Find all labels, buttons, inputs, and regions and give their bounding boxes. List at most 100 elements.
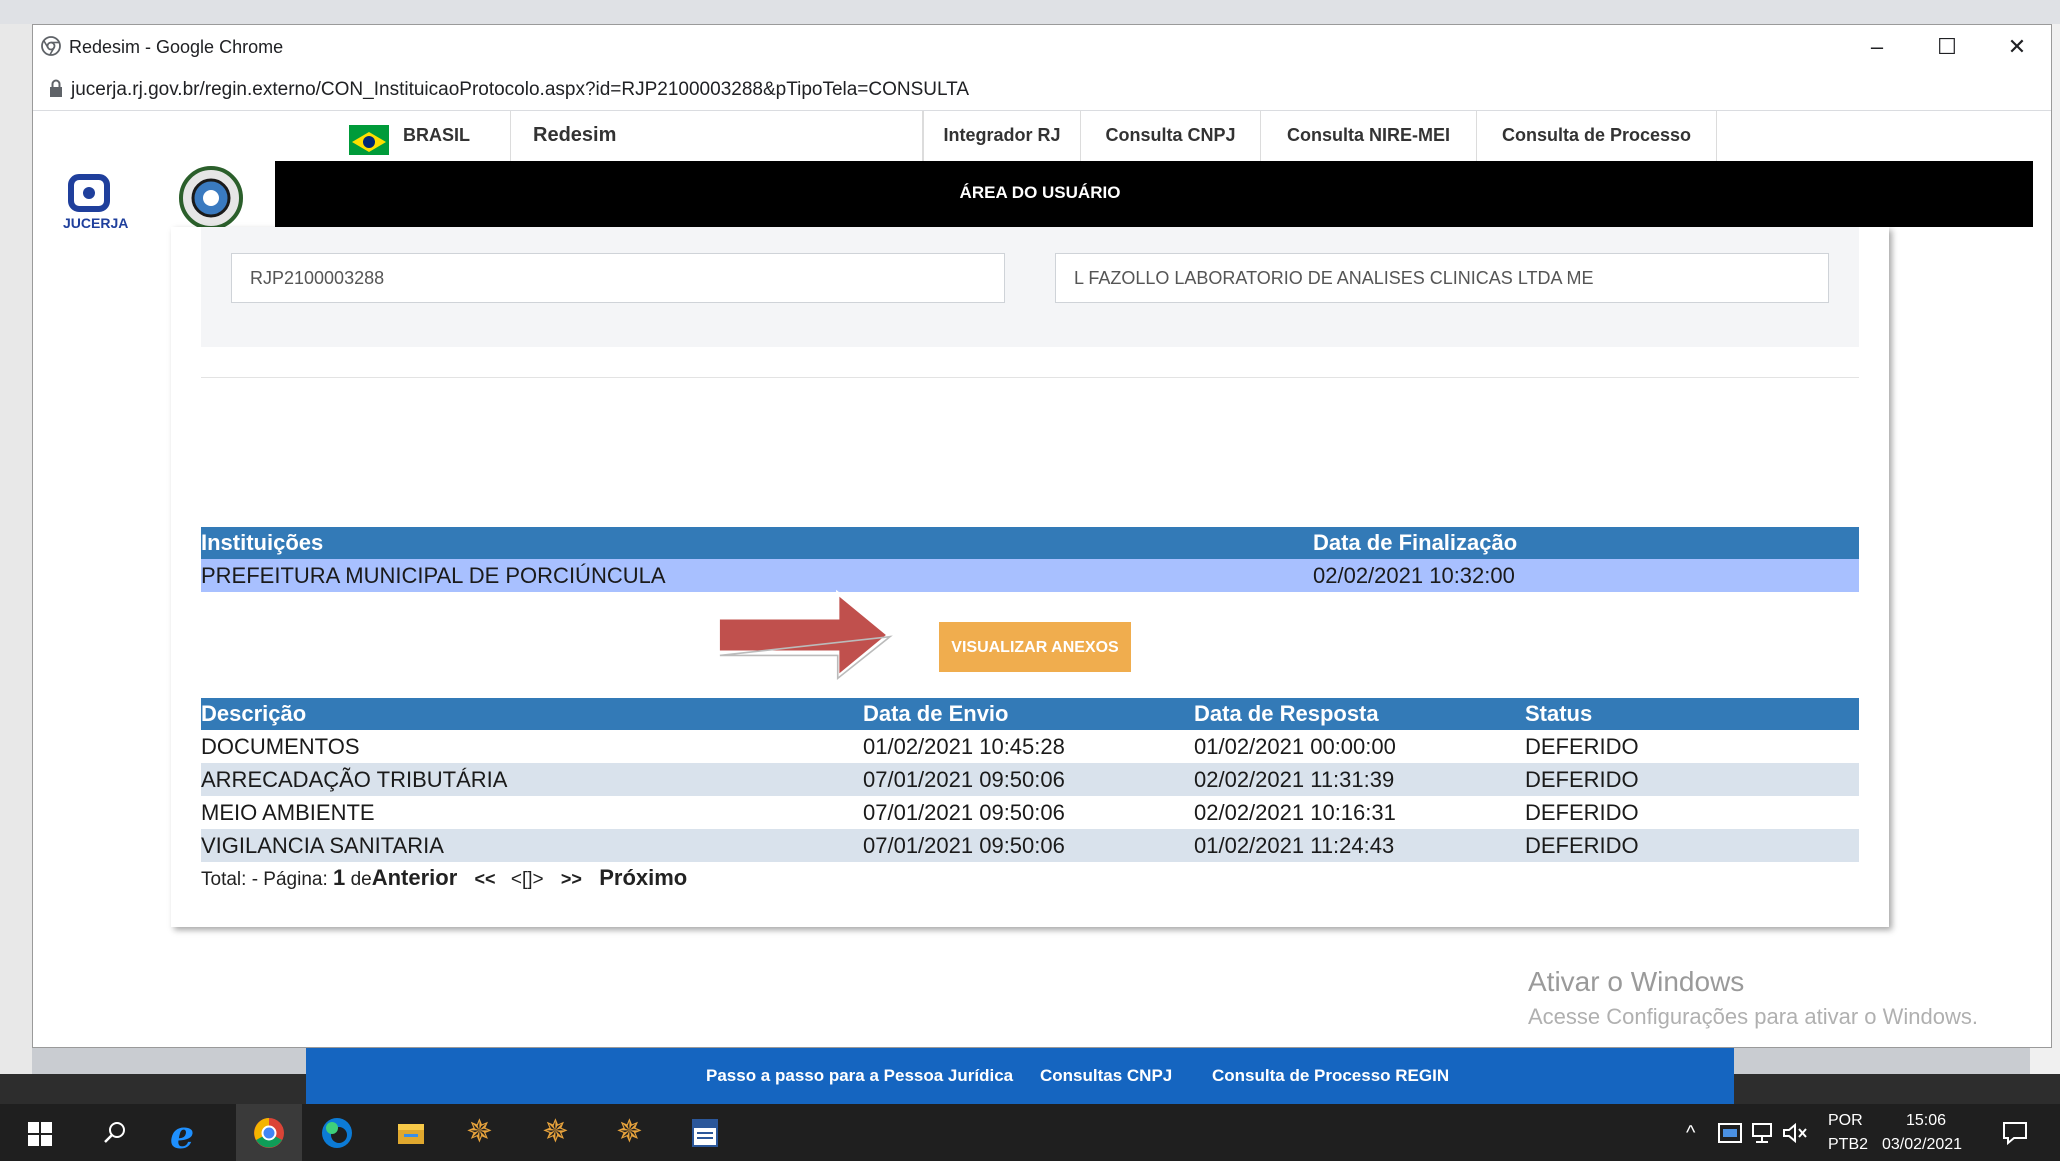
footer-link-passo-a-passo[interactable]: Passo a passo para a Pessoa Jurídica	[706, 1066, 1013, 1086]
row-data-resposta: 01/02/2021 11:24:43	[1194, 833, 1395, 858]
col-status: Status	[1525, 701, 1593, 726]
desktop-background-left	[0, 24, 32, 1074]
close-button[interactable]: ✕	[1985, 29, 2049, 65]
row-data-envio: 07/01/2021 09:50:06	[863, 767, 1065, 792]
table-row[interactable]: VIGILANCIA SANITARIA 07/01/2021 09:50:06…	[201, 829, 1859, 862]
file-explorer-icon[interactable]	[396, 1118, 426, 1148]
pager-current[interactable]: <[]>	[511, 869, 544, 890]
jucerja-logo[interactable]: JUCERJA	[49, 173, 129, 233]
institution-date: 02/02/2021 10:32:00	[1313, 563, 1515, 588]
area-usuario-label: ÁREA DO USUÁRIO	[959, 183, 1121, 202]
volume-muted-icon[interactable]	[1782, 1122, 1808, 1144]
footer-link-consultas-cnpj[interactable]: Consultas CNPJ	[1040, 1066, 1172, 1086]
red-arrow-icon	[716, 589, 893, 681]
windows-start-icon[interactable]	[28, 1122, 52, 1146]
user-area-bar: ÁREA DO USUÁRIO	[275, 161, 2033, 227]
col-data-envio: Data de Envio	[863, 701, 1009, 726]
pager-de-label: de	[350, 869, 372, 890]
footer-link-consulta-processo[interactable]: Consulta de Processo REGIN	[1212, 1066, 1449, 1086]
row-status: DEFERIDO	[1525, 833, 1639, 858]
chrome-icon	[41, 36, 61, 56]
row-status: DEFERIDO	[1525, 767, 1639, 792]
company-field[interactable]: L FAZOLLO LABORATORIO DE ANALISES CLINIC…	[1055, 253, 1829, 303]
top-nav: BRASIL Redesim Integrador RJ Consulta CN…	[33, 111, 2033, 161]
jucerja-logo-icon	[68, 174, 110, 212]
tray-expand-icon[interactable]: ^	[1686, 1122, 1695, 1145]
pagination: Total: - Página: 1 deAnterior << <[]> >>…	[201, 865, 687, 891]
col-data-finalizacao: Data de Finalização	[1313, 530, 1518, 555]
clock-date[interactable]: 03/02/2021	[1882, 1136, 1962, 1154]
form-area: RJP2100003288 L FAZOLLO LABORATORIO DE A…	[201, 227, 1859, 347]
desktop-background-top	[0, 0, 2060, 24]
app-icon-2[interactable]: ✵	[542, 1112, 572, 1149]
footer-bar: Passo a passo para a Pessoa Jurídica Con…	[306, 1048, 1734, 1104]
row-descricao: ARRECADAÇÃO TRIBUTÁRIA	[201, 767, 508, 792]
state-seal-icon	[173, 163, 249, 233]
maximize-button[interactable]: ☐	[1915, 29, 1979, 65]
network-icon[interactable]	[1750, 1122, 1774, 1144]
row-status: DEFERIDO	[1525, 800, 1639, 825]
row-descricao: VIGILANCIA SANITARIA	[201, 833, 444, 858]
windows-activation-title: Ativar o Windows	[1528, 966, 1745, 997]
nav-integrador-rj[interactable]: Integrador RJ	[923, 111, 1081, 161]
pager-first-link[interactable]: <<	[475, 869, 496, 889]
row-descricao: DOCUMENTOS	[201, 734, 360, 759]
table-row[interactable]: ARRECADAÇÃO TRIBUTÁRIA 07/01/2021 09:50:…	[201, 763, 1859, 796]
app-icon-3[interactable]: ✵	[616, 1112, 646, 1149]
page-content: BRASIL Redesim Integrador RJ Consulta CN…	[33, 111, 2033, 1047]
visualizar-anexos-button[interactable]: VISUALIZAR ANEXOS	[939, 622, 1131, 672]
col-instituicoes: Instituições	[201, 530, 324, 555]
word-icon[interactable]	[690, 1118, 720, 1148]
edge-icon[interactable]	[320, 1116, 354, 1150]
nav-consulta-nire-mei[interactable]: Consulta NIRE-MEI	[1261, 111, 1477, 161]
pager-page-number: 1	[333, 865, 346, 890]
protocol-field[interactable]: RJP2100003288	[231, 253, 1005, 303]
pager-proximo-link[interactable]: Próximo	[599, 865, 687, 890]
row-data-resposta: 02/02/2021 10:16:31	[1194, 800, 1396, 825]
search-icon[interactable]	[100, 1118, 130, 1148]
language-code[interactable]: POR	[1828, 1112, 1863, 1130]
chrome-taskbar-active[interactable]	[236, 1104, 302, 1161]
col-data-resposta: Data de Resposta	[1194, 701, 1379, 726]
row-data-envio: 07/01/2021 09:50:06	[863, 800, 1065, 825]
address-bar[interactable]: jucerja.rj.gov.br/regin.externo/CON_Inst…	[33, 69, 2051, 111]
keyboard-layout[interactable]: PTB2	[1828, 1136, 1868, 1154]
chrome-taskbar-icon	[254, 1118, 284, 1148]
windows-activation-text: Acesse Configurações para ativar o Windo…	[1528, 1004, 1978, 1029]
windows-taskbar: e ✵ ✵ ✵ ^ POR PTB2 15:06 03/02/2021	[0, 1104, 2060, 1161]
notifications-icon[interactable]	[2002, 1120, 2028, 1146]
row-data-envio: 01/02/2021 10:45:28	[863, 734, 1065, 759]
divider	[201, 377, 1859, 378]
nav-redesim[interactable]: Redesim	[511, 111, 923, 161]
nav-consulta-cnpj[interactable]: Consulta CNPJ	[1081, 111, 1261, 161]
nav-consulta-processo[interactable]: Consulta de Processo	[1477, 111, 1717, 161]
nav-brasil-label: BRASIL	[403, 125, 470, 145]
url-text[interactable]: jucerja.rj.gov.br/regin.externo/CON_Inst…	[71, 79, 969, 101]
nav-brasil[interactable]: BRASIL	[263, 111, 511, 161]
lock-icon	[50, 79, 62, 97]
window-title: Redesim - Google Chrome	[69, 37, 284, 57]
internet-explorer-icon[interactable]: e	[170, 1112, 200, 1157]
row-descricao: MEIO AMBIENTE	[201, 800, 375, 825]
row-data-envio: 07/01/2021 09:50:06	[863, 833, 1065, 858]
institution-row[interactable]: PREFEITURA MUNICIPAL DE PORCIÚNCULA 02/0…	[201, 559, 1859, 592]
pager-total-label: Total: - Página:	[201, 869, 328, 890]
institutions-header: Instituições Data de Finalização	[201, 527, 1859, 559]
jucerja-logo-text: JUCERJA	[63, 215, 129, 231]
brazil-flag-icon	[349, 125, 389, 155]
row-data-resposta: 01/02/2021 00:00:00	[1194, 734, 1396, 759]
minimize-button[interactable]: –	[1845, 29, 1909, 65]
institution-name: PREFEITURA MUNICIPAL DE PORCIÚNCULA	[201, 563, 666, 588]
keyboard-icon[interactable]	[1718, 1122, 1742, 1144]
app-icon-1[interactable]: ✵	[466, 1112, 496, 1149]
pager-anterior-link[interactable]: Anterior	[372, 865, 458, 890]
row-data-resposta: 02/02/2021 11:31:39	[1194, 767, 1395, 792]
table-row[interactable]: DOCUMENTOS 01/02/2021 10:45:28 01/02/202…	[201, 730, 1859, 763]
row-status: DEFERIDO	[1525, 734, 1639, 759]
pager-last-link[interactable]: >>	[561, 869, 582, 889]
main-card: RJP2100003288 L FAZOLLO LABORATORIO DE A…	[171, 227, 1889, 927]
title-bar: Redesim - Google Chrome – ☐ ✕	[33, 25, 2051, 69]
clock-time[interactable]: 15:06	[1906, 1112, 1946, 1130]
footer-dark-left	[0, 1074, 306, 1104]
table-row[interactable]: MEIO AMBIENTE 07/01/2021 09:50:06 02/02/…	[201, 796, 1859, 829]
